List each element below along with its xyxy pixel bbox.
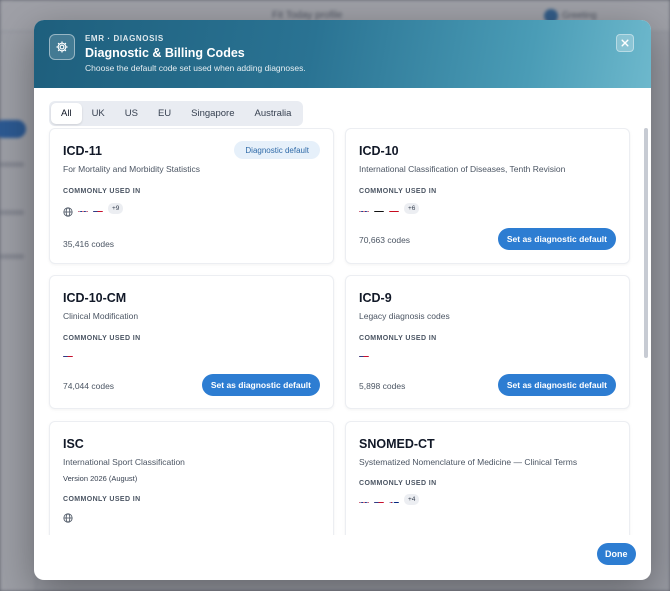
code-count: 74,044 codes: [63, 381, 115, 391]
commonly-used-label: COMMONLY USED IN: [359, 480, 437, 487]
code-name: ICD-11: [63, 144, 102, 158]
code-version: Version 2026 (August): [63, 474, 138, 483]
commonly-used-label: COMMONLY USED IN: [63, 335, 141, 342]
globe-icon: [63, 204, 73, 217]
set-default-button[interactable]: Set as diagnostic default: [497, 228, 616, 250]
code-name: ICD-10-CM: [63, 291, 127, 305]
spain-flag-icon: [389, 205, 399, 212]
flag-list: [63, 350, 73, 357]
us-flag-icon: [63, 350, 73, 357]
code-name: ISC: [63, 437, 84, 451]
more-regions-count: +9: [108, 203, 124, 214]
tab-us[interactable]: US: [115, 103, 148, 124]
flag-list: +9: [63, 203, 124, 217]
flag-list: +4: [359, 494, 420, 505]
tab-australia[interactable]: Australia: [244, 103, 301, 124]
commonly-used-label: COMMONLY USED IN: [63, 188, 141, 195]
code-description: International Sport Classification: [63, 457, 185, 467]
set-default-button[interactable]: Set as diagnostic default: [201, 374, 320, 396]
germany-flag-icon: [374, 205, 384, 212]
more-regions-count: +4: [404, 494, 420, 505]
tab-uk[interactable]: UK: [82, 103, 115, 124]
uk-flag-icon: [359, 496, 369, 503]
region-tabs: All UK US EU Singapore Australia: [49, 101, 304, 126]
code-count: 5,898 codes: [359, 381, 406, 391]
commonly-used-label: COMMONLY USED IN: [359, 188, 437, 195]
commonly-used-label: COMMONLY USED IN: [359, 335, 437, 342]
close-button[interactable]: [616, 34, 634, 52]
tab-singapore[interactable]: Singapore: [181, 103, 244, 124]
done-button[interactable]: Done: [597, 543, 636, 565]
modal-subtitle: Choose the default code set used when ad…: [85, 63, 306, 73]
code-description: Clinical Modification: [63, 311, 139, 321]
code-card-icd-9: ICD-9 Legacy diagnosis codes COMMONLY US…: [345, 275, 630, 409]
code-set-list[interactable]: ICD-11 For Mortality and Morbidity Stati…: [34, 128, 651, 535]
code-description: Systematized Nomenclature of Medicine — …: [359, 457, 578, 467]
codes-modal: EMR · DIAGNOSIS Diagnostic & Billing Cod…: [34, 20, 651, 580]
code-card-icd-10: ICD-10 International Classification of D…: [345, 128, 630, 264]
flag-list: [359, 350, 369, 357]
code-card-isc: ISC International Sport Classification V…: [49, 421, 334, 535]
list-scrollbar[interactable]: [644, 128, 648, 358]
gear-icon: [49, 34, 75, 60]
code-count: 35,416 codes: [63, 239, 115, 249]
uk-flag-icon: [359, 205, 369, 212]
commonly-used-label: COMMONLY USED IN: [63, 496, 141, 503]
modal-title: Diagnostic & Billing Codes: [85, 46, 245, 60]
code-description: International Classification of Diseases…: [359, 164, 566, 174]
australia-flag-icon: [389, 496, 399, 503]
code-count: 70,663 codes: [359, 235, 411, 245]
code-name: SNOMED-CT: [359, 437, 435, 451]
globe-icon: [63, 510, 73, 523]
code-name: ICD-9: [359, 291, 392, 305]
us-flag-icon: [374, 496, 384, 503]
tab-all[interactable]: All: [51, 103, 82, 124]
modal-header: EMR · DIAGNOSIS Diagnostic & Billing Cod…: [34, 20, 651, 88]
more-regions-count: +6: [404, 203, 420, 214]
flag-list: +6: [359, 203, 420, 214]
uk-flag-icon: [78, 205, 88, 212]
set-default-button[interactable]: Set as diagnostic default: [497, 374, 616, 396]
us-flag-icon: [93, 205, 103, 212]
close-icon: [621, 39, 629, 47]
diagnostic-default-badge: Diagnostic default: [234, 141, 320, 159]
code-card-snomed-ct: SNOMED-CT Systematized Nomenclature of M…: [345, 421, 630, 535]
flag-list: [63, 510, 73, 523]
code-card-icd-11: ICD-11 For Mortality and Morbidity Stati…: [49, 128, 334, 264]
modal-eyebrow: EMR · DIAGNOSIS: [85, 34, 164, 43]
code-card-icd-10-cm: ICD-10-CM Clinical Modification COMMONLY…: [49, 275, 334, 409]
code-name: ICD-10: [359, 144, 399, 158]
us-flag-icon: [359, 350, 369, 357]
code-description: For Mortality and Morbidity Statistics: [63, 164, 200, 174]
tab-eu[interactable]: EU: [148, 103, 181, 124]
code-description: Legacy diagnosis codes: [359, 311, 450, 321]
